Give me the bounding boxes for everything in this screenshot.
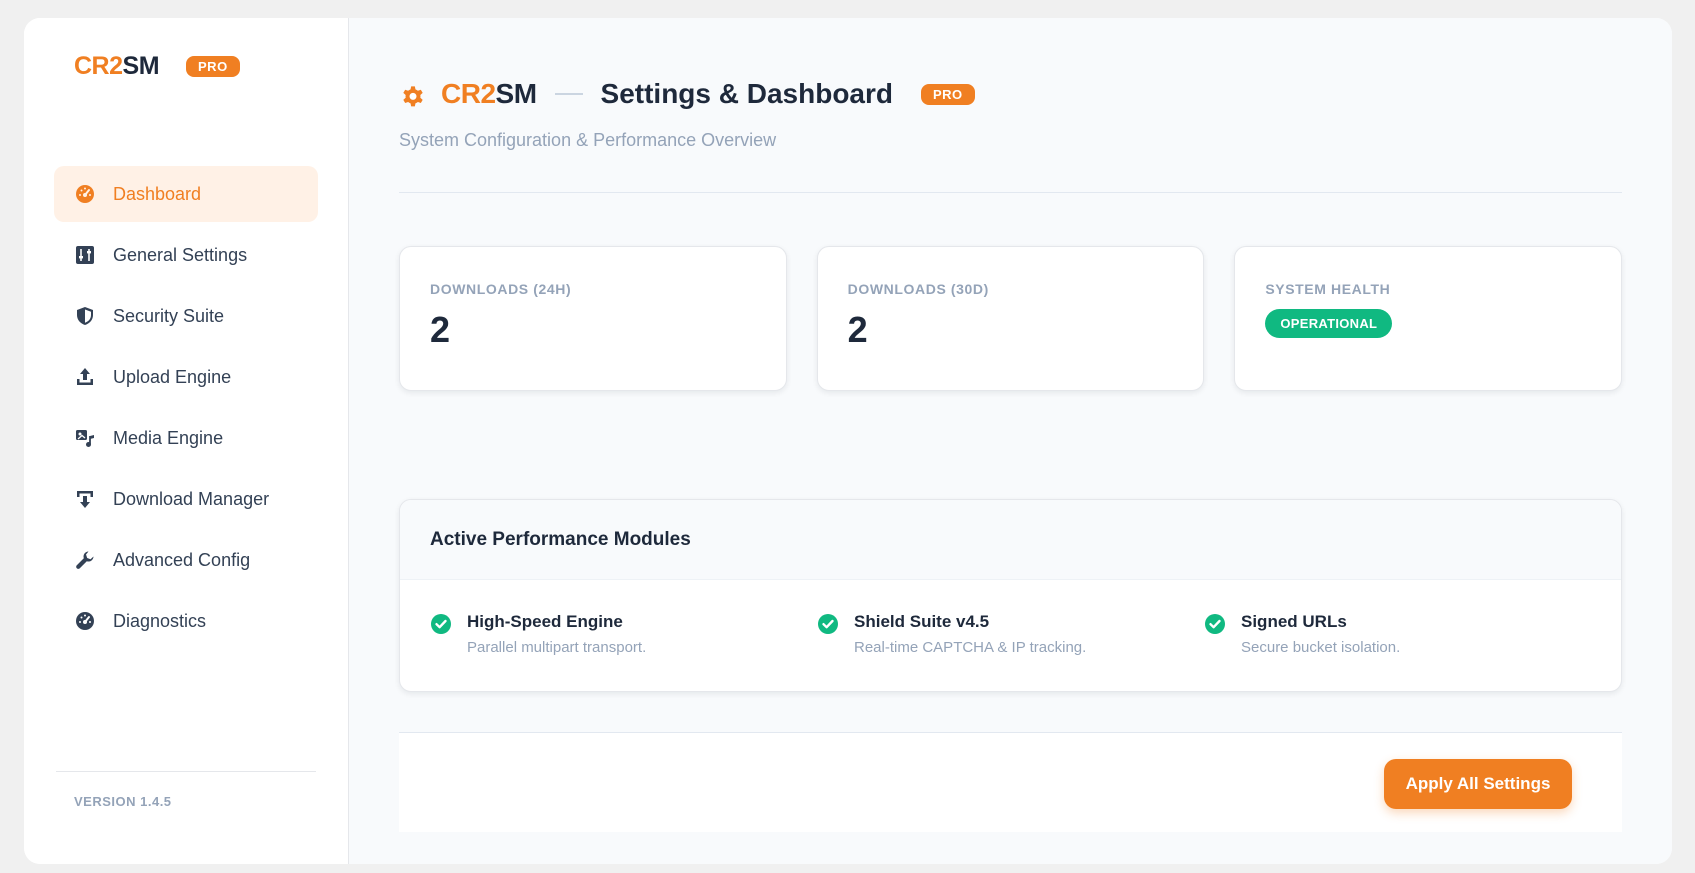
upload-icon bbox=[74, 366, 96, 388]
download-icon bbox=[74, 488, 96, 510]
stat-label: DOWNLOADS (30D) bbox=[847, 281, 989, 297]
sliders-icon bbox=[74, 244, 96, 266]
page-title: CR2SM Settings & Dashboard PRO bbox=[399, 76, 975, 112]
stat-card-system-health: SYSTEM HEALTH OPERATIONAL bbox=[1234, 246, 1623, 391]
stats-row: DOWNLOADS (24H) 2 DOWNLOADS (30D) 2 SYST… bbox=[399, 246, 1623, 391]
stat-label: DOWNLOADS (24H) bbox=[430, 281, 572, 297]
pro-badge: PRO bbox=[186, 56, 240, 77]
sidebar-nav: Dashboard General Settings Security Suit… bbox=[54, 166, 318, 654]
apply-all-settings-button[interactable]: Apply All Settings bbox=[1384, 759, 1572, 809]
module-name: Shield Suite v4.5 bbox=[854, 612, 990, 631]
module-desc: Real-time CAPTCHA & IP tracking. bbox=[854, 639, 1087, 656]
main-content: CR2SM Settings & Dashboard PRO System Co… bbox=[349, 18, 1672, 864]
sidebar-item-diagnostics[interactable]: Diagnostics bbox=[54, 593, 318, 649]
header-divider bbox=[399, 192, 1622, 193]
sidebar-item-label: Download Manager bbox=[113, 488, 270, 509]
sidebar-item-download-manager[interactable]: Download Manager bbox=[54, 471, 318, 527]
title-separator bbox=[554, 93, 583, 95]
gear-icon bbox=[403, 86, 423, 107]
gauge-icon bbox=[74, 183, 96, 205]
sidebar-item-label: Security Suite bbox=[113, 305, 225, 326]
modules-panel: Active Performance Modules High-Speed En… bbox=[399, 499, 1622, 692]
gauge-icon bbox=[74, 610, 96, 632]
sidebar-item-media-engine[interactable]: Media Engine bbox=[54, 410, 318, 466]
sidebar-item-advanced-config[interactable]: Advanced Config bbox=[54, 532, 318, 588]
check-circle-icon bbox=[1205, 614, 1225, 634]
sidebar-item-security-suite[interactable]: Security Suite bbox=[54, 288, 318, 344]
wrench-icon bbox=[74, 549, 96, 571]
sidebar-item-dashboard[interactable]: Dashboard bbox=[54, 166, 318, 222]
page-header: CR2SM Settings & Dashboard PRO System Co… bbox=[399, 76, 975, 151]
stat-value: 2 bbox=[430, 309, 451, 350]
brand-logo: CR2SM bbox=[74, 52, 160, 80]
sidebar-item-label: Dashboard bbox=[113, 183, 202, 204]
app-window: CR2SM PRO Dashboard General Settings Sec… bbox=[24, 18, 1672, 864]
module-item: High-Speed Engine Parallel multipart tra… bbox=[430, 612, 817, 656]
stat-label: SYSTEM HEALTH bbox=[1265, 281, 1391, 297]
module-desc: Parallel multipart transport. bbox=[467, 639, 647, 656]
pro-badge: PRO bbox=[921, 83, 975, 105]
modules-list: High-Speed Engine Parallel multipart tra… bbox=[400, 580, 1621, 656]
check-circle-icon bbox=[431, 614, 451, 634]
shield-icon bbox=[74, 305, 96, 327]
stat-card-downloads-24h: DOWNLOADS (24H) 2 bbox=[399, 246, 787, 391]
sidebar-item-label: Diagnostics bbox=[113, 610, 207, 631]
sidebar-item-label: Upload Engine bbox=[113, 366, 232, 387]
sidebar-item-upload-engine[interactable]: Upload Engine bbox=[54, 349, 318, 405]
module-desc: Secure bucket isolation. bbox=[1241, 639, 1401, 656]
module-item: Signed URLs Secure bucket isolation. bbox=[1204, 612, 1591, 656]
sidebar-item-label: Advanced Config bbox=[113, 549, 251, 570]
stat-value: 2 bbox=[847, 309, 868, 350]
sidebar: CR2SM PRO Dashboard General Settings Sec… bbox=[24, 18, 349, 864]
sidebar-item-general-settings[interactable]: General Settings bbox=[54, 227, 318, 283]
page-subtitle: System Configuration & Performance Overv… bbox=[399, 130, 777, 150]
module-item: Shield Suite v4.5 Real-time CAPTCHA & IP… bbox=[817, 612, 1204, 656]
media-icon bbox=[74, 427, 96, 449]
module-name: Signed URLs bbox=[1241, 612, 1347, 631]
modules-panel-title: Active Performance Modules bbox=[400, 500, 1621, 580]
stat-card-downloads-30d: DOWNLOADS (30D) 2 bbox=[816, 246, 1205, 391]
module-name: High-Speed Engine bbox=[467, 612, 623, 631]
sidebar-item-label: General Settings bbox=[113, 244, 248, 265]
version-label: VERSION 1.4.5 bbox=[56, 771, 316, 809]
title-brand: CR2SM bbox=[441, 78, 537, 109]
page-title-text: Settings & Dashboard bbox=[600, 78, 893, 109]
check-circle-icon bbox=[818, 614, 838, 634]
sidebar-item-label: Media Engine bbox=[113, 427, 224, 448]
sidebar-brand[interactable]: CR2SM PRO bbox=[74, 52, 240, 81]
action-footer: Apply All Settings bbox=[399, 732, 1622, 832]
status-badge: OPERATIONAL bbox=[1265, 309, 1393, 338]
